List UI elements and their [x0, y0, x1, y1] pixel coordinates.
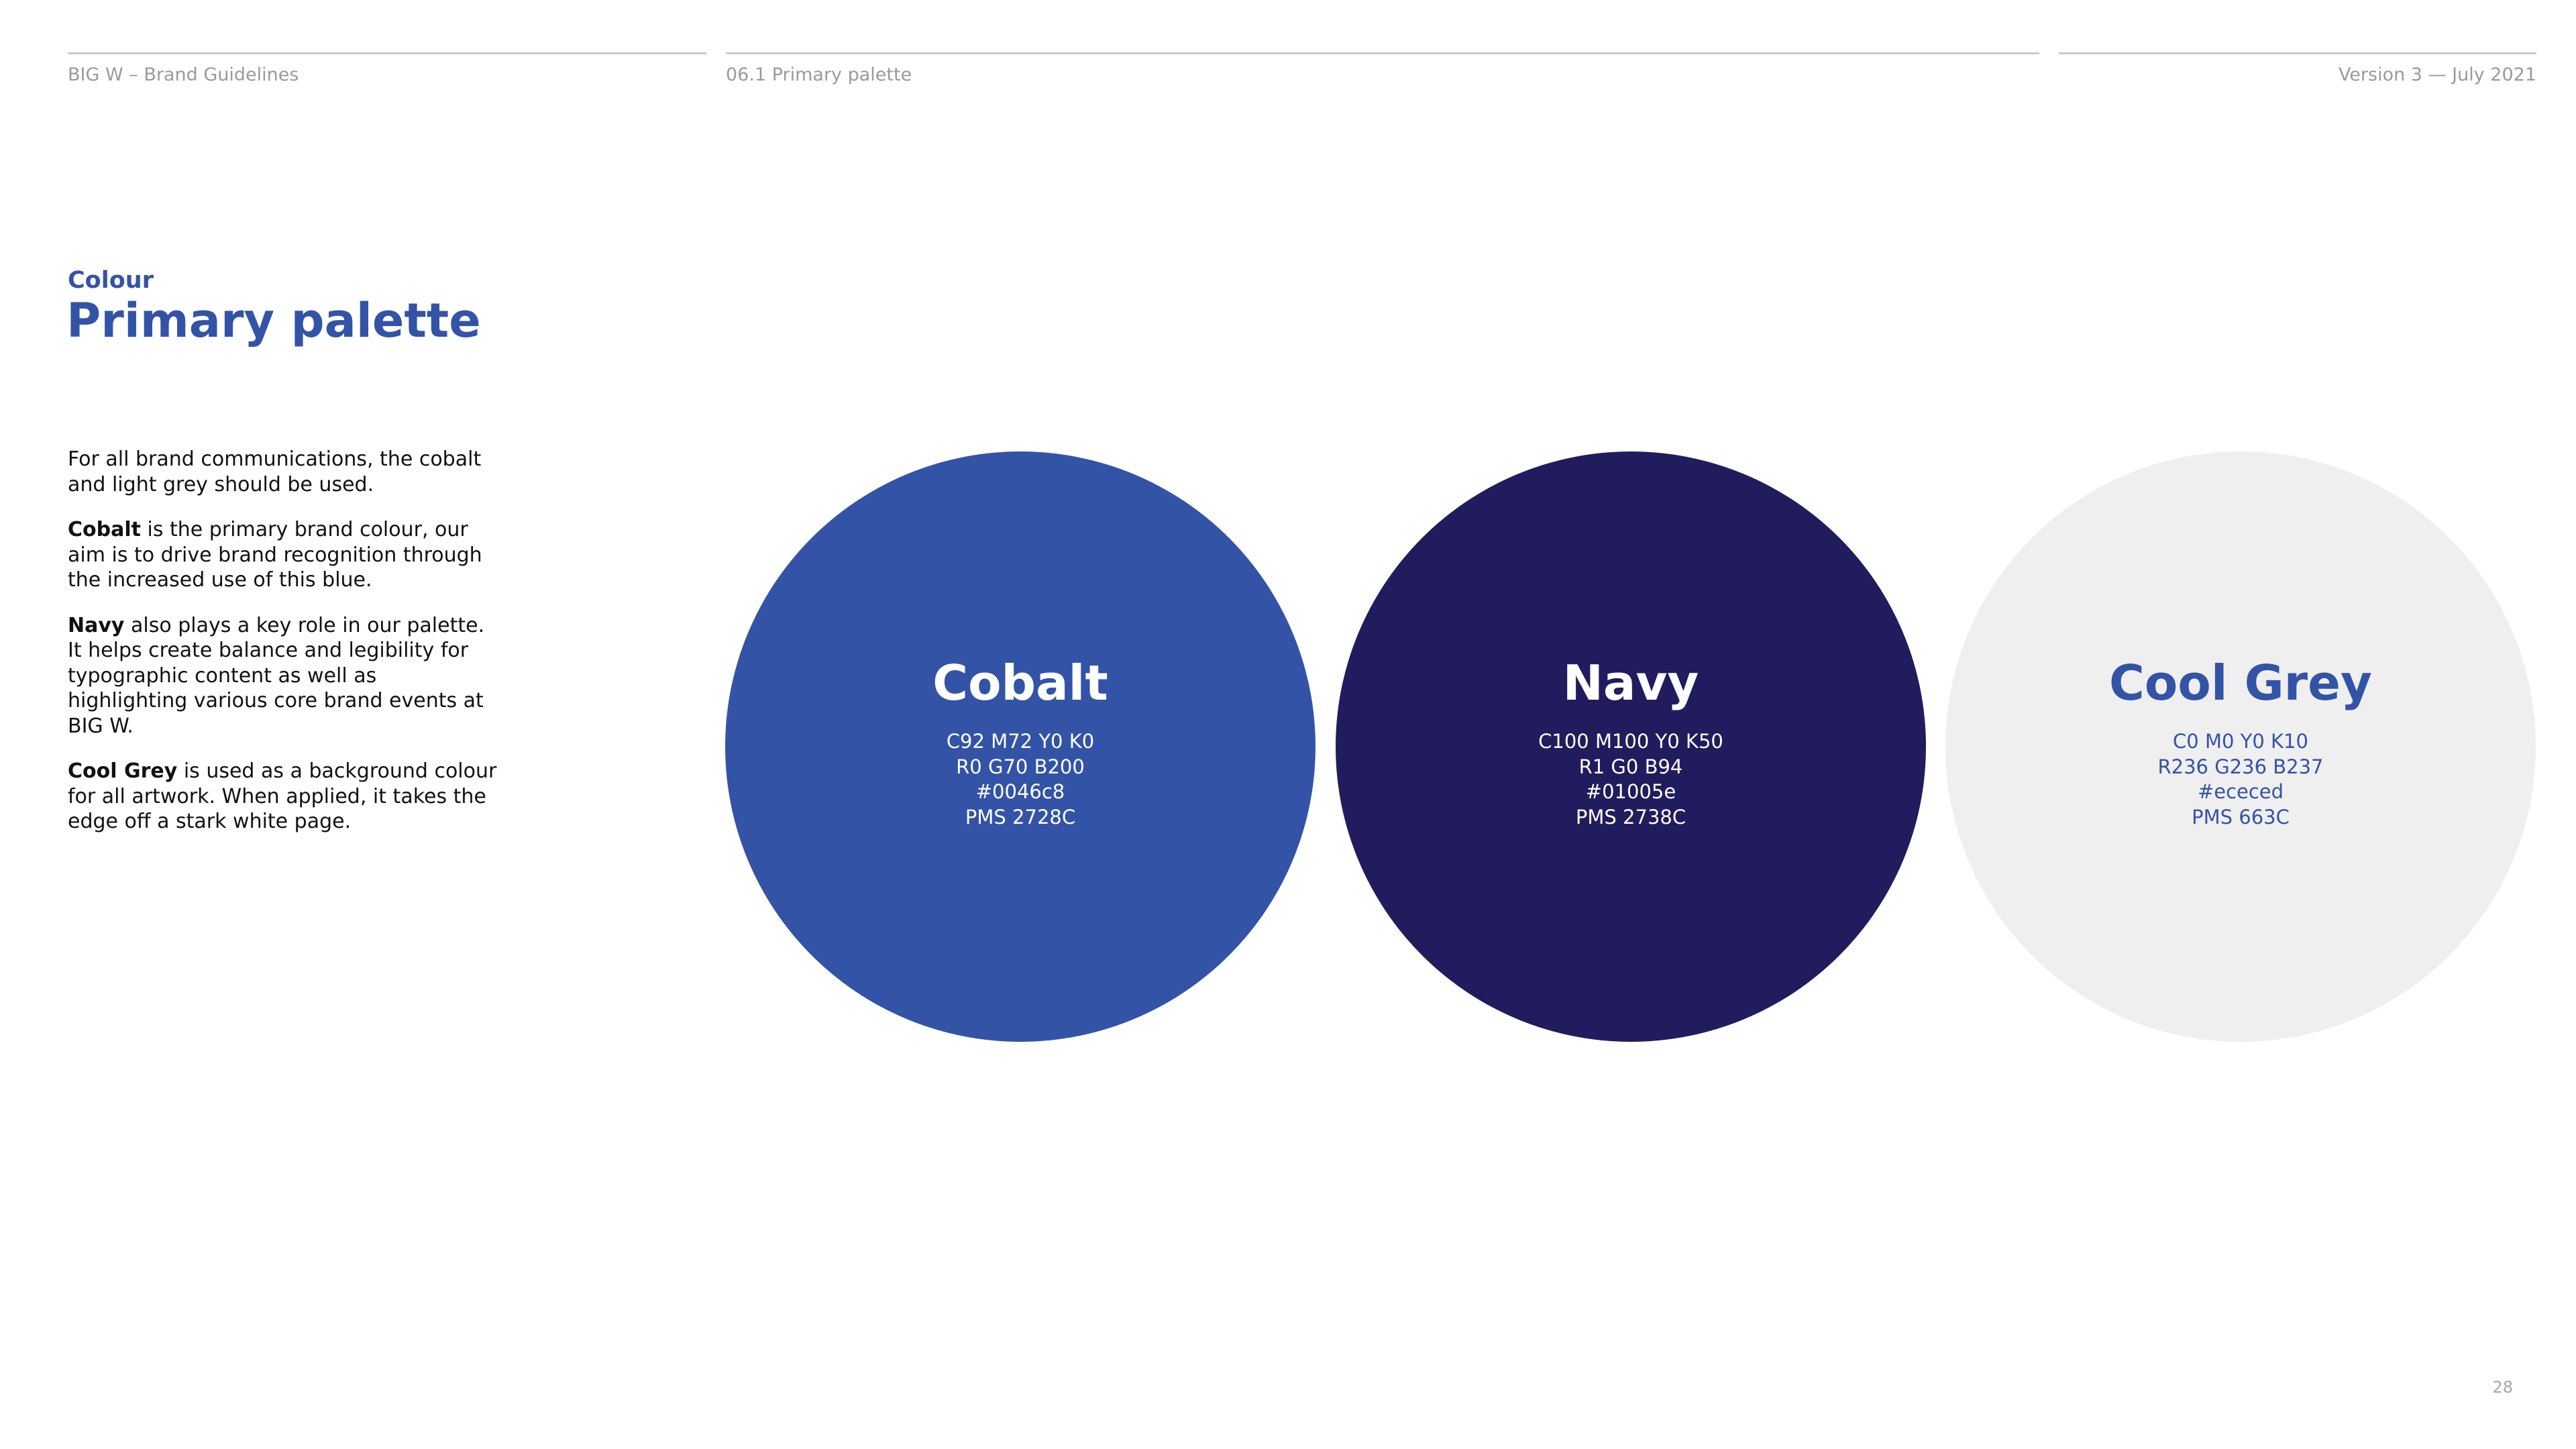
page-title: Primary palette [66, 293, 481, 348]
grey-paragraph: Cool Grey is used as a background colour… [68, 759, 497, 835]
swatch-pms: PMS 663C [2192, 805, 2290, 828]
swatch-specs: C100 M100 Y0 K50 R1 G0 B94 #01005e PMS 2… [1336, 729, 1926, 830]
header-document-title: BIG W – Brand Guidelines [68, 64, 299, 85]
swatch-hex: #01005e [1585, 780, 1676, 803]
cobalt-bold-label: Cobalt [68, 518, 141, 541]
swatch-cool-grey: Cool Grey C0 M0 Y0 K10 R236 G236 B237 #e… [1945, 451, 2536, 1042]
swatch-rgb: R0 G70 B200 [956, 755, 1085, 778]
cobalt-paragraph: Cobalt is the primary brand colour, our … [68, 517, 497, 593]
swatch-rgb: R236 G236 B237 [2157, 755, 2324, 778]
swatch-specs: C0 M0 Y0 K10 R236 G236 B237 #ececed PMS … [1945, 729, 2536, 830]
swatch-name: Navy [1562, 655, 1699, 711]
page-number: 28 [2492, 1378, 2513, 1397]
navy-description: also plays a key role in our palette. It… [68, 613, 485, 738]
swatch-name: Cool Grey [2109, 655, 2372, 711]
header-rule-left [68, 52, 706, 54]
navy-paragraph: Navy also plays a key role in our palett… [68, 613, 497, 739]
body-copy: For all brand communications, the cobalt… [68, 447, 497, 855]
swatch-cmyk: C0 M0 Y0 K10 [2173, 730, 2308, 753]
swatch-specs: C92 M72 Y0 K0 R0 G70 B200 #0046c8 PMS 27… [725, 729, 1316, 830]
swatch-hex: #ececed [2197, 780, 2284, 803]
grey-bold-label: Cool Grey [68, 759, 178, 783]
swatch-cmyk: C100 M100 Y0 K50 [1538, 730, 1723, 753]
navy-bold-label: Navy [68, 613, 125, 637]
swatch-pms: PMS 2738C [1575, 805, 1686, 828]
swatch-name: Cobalt [932, 655, 1108, 711]
header-rule-right [2059, 52, 2536, 54]
header-version: Version 3 — July 2021 [2338, 64, 2536, 85]
swatch-cobalt: Cobalt C92 M72 Y0 K0 R0 G70 B200 #0046c8… [725, 451, 1316, 1042]
swatch-hex: #0046c8 [975, 780, 1065, 803]
swatch-rgb: R1 G0 B94 [1578, 755, 1683, 778]
swatch-pms: PMS 2728C [965, 805, 1076, 828]
section-eyebrow: Colour [68, 267, 154, 294]
header-rule-center [726, 52, 2039, 54]
intro-text: For all brand communications, the cobalt… [68, 447, 482, 496]
swatch-cmyk: C92 M72 Y0 K0 [946, 730, 1095, 753]
swatch-navy: Navy C100 M100 Y0 K50 R1 G0 B94 #01005e … [1336, 451, 1926, 1042]
intro-paragraph: For all brand communications, the cobalt… [68, 447, 497, 497]
header-section-label: 06.1 Primary palette [726, 64, 912, 85]
